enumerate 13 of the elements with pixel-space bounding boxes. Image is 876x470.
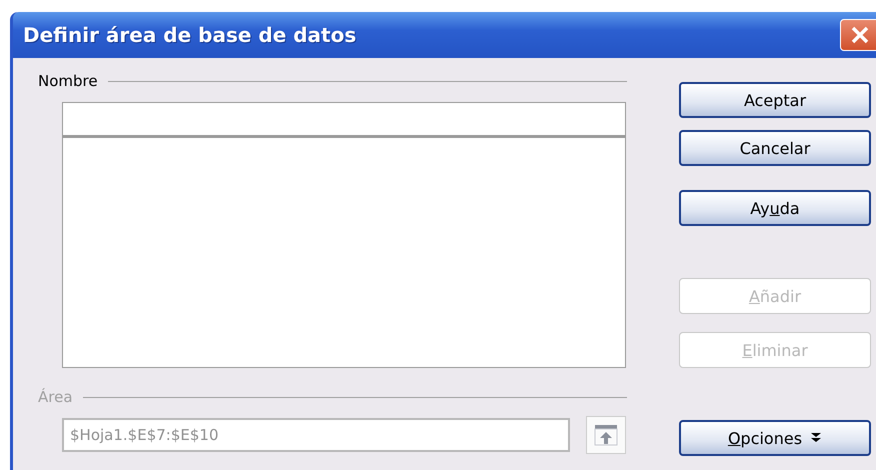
- section-label: Nombre: [38, 72, 98, 90]
- section-label: Área: [38, 388, 73, 406]
- chevron-down-icon: [810, 432, 822, 444]
- name-field[interactable]: [62, 102, 626, 138]
- close-button[interactable]: [840, 19, 876, 51]
- shrink-icon: [594, 424, 618, 446]
- window-title: Definir área de base de datos: [22, 23, 356, 47]
- dialog-button[interactable]: Cancelar: [679, 130, 871, 166]
- dialog-button[interactable]: Ayuda: [679, 190, 871, 226]
- dialog-button[interactable]: Aceptar: [679, 82, 871, 118]
- options-button[interactable]: Opciones: [679, 420, 871, 456]
- shrink-button[interactable]: [586, 416, 626, 454]
- close-icon: [849, 24, 871, 46]
